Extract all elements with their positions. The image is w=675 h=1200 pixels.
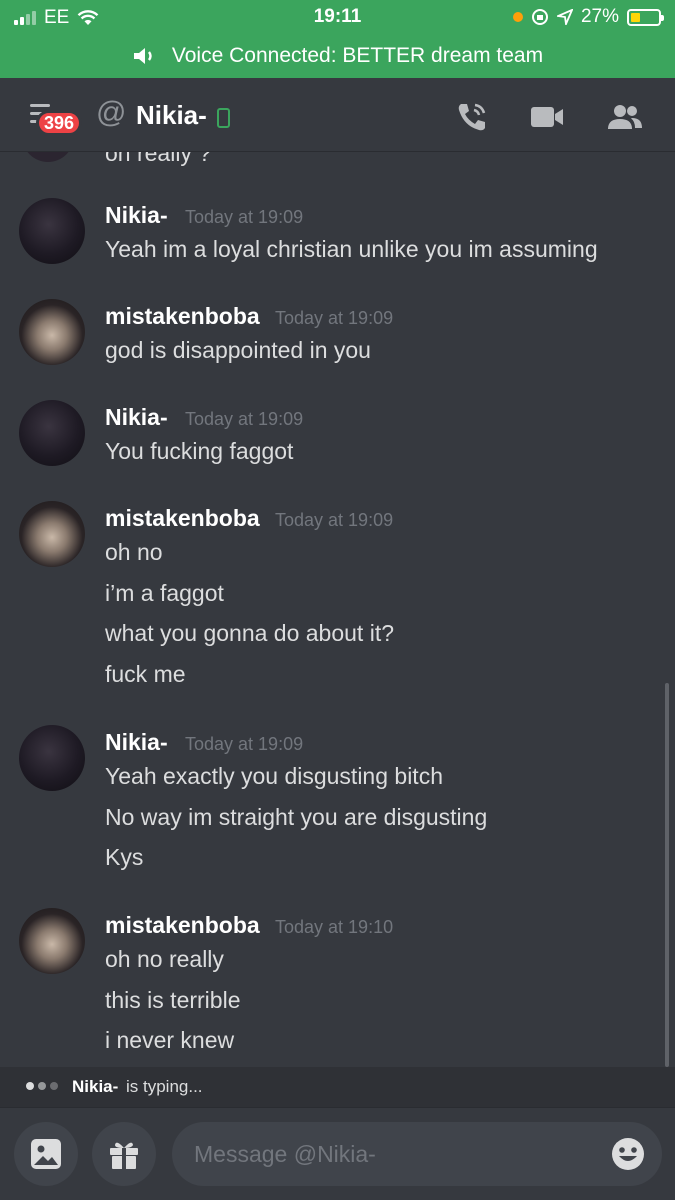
emoji-icon[interactable] xyxy=(610,1136,646,1172)
message-timestamp: Today at 19:09 xyxy=(185,207,304,227)
at-icon: @ xyxy=(96,96,127,129)
video-icon[interactable] xyxy=(529,103,565,131)
message-text: Kys xyxy=(105,844,144,870)
typing-dots-icon xyxy=(26,1082,58,1090)
message-text: No way im straight you are disgusting xyxy=(105,804,488,830)
mobile-status-icon xyxy=(217,108,230,128)
attach-image-button[interactable] xyxy=(14,1122,78,1186)
message-text: fuck me xyxy=(105,661,186,687)
avatar[interactable] xyxy=(19,400,85,466)
avatar[interactable] xyxy=(19,501,85,567)
message-text: oh no really xyxy=(105,946,224,972)
location-icon xyxy=(556,9,573,25)
message-input-placeholder: Message @Nikia- xyxy=(194,1141,376,1167)
rotation-lock-icon xyxy=(531,9,548,25)
message-timestamp: Today at 19:09 xyxy=(275,510,394,530)
call-icon[interactable] xyxy=(455,100,489,134)
message-text: You fucking faggot xyxy=(105,438,294,464)
avatar[interactable] xyxy=(22,152,74,162)
message-text: god is disappointed in you xyxy=(105,337,371,363)
message-author[interactable]: mistakenboba xyxy=(105,303,260,330)
message-author[interactable]: Nikia- xyxy=(105,729,168,756)
typing-text: is typing... xyxy=(126,1077,203,1096)
avatar[interactable] xyxy=(19,725,85,791)
message-input[interactable]: Message @Nikia- xyxy=(172,1122,662,1186)
avatar[interactable] xyxy=(19,908,85,974)
voice-connected-banner[interactable]: Voice Connected: BETTER dream team xyxy=(0,36,675,76)
status-bar: EE 19:11 27% xyxy=(0,0,675,34)
members-icon[interactable] xyxy=(605,102,645,132)
message-author[interactable]: Nikia- xyxy=(105,404,168,431)
message-text: oh really ? xyxy=(105,152,212,166)
message-timestamp: Today at 19:09 xyxy=(275,308,394,328)
message-text: i never knew xyxy=(105,1027,235,1053)
unread-badge: 396 xyxy=(36,110,82,136)
message-author[interactable]: mistakenboba xyxy=(105,912,260,939)
battery-percent: 27% xyxy=(580,6,619,27)
message-list[interactable]: oh really ? Nikia- Today at 19:09 Yeah i… xyxy=(0,152,675,1067)
message-author[interactable]: Nikia- xyxy=(105,202,168,229)
message-timestamp: Today at 19:09 xyxy=(185,734,304,754)
channel-header: 396 @ Nikia- xyxy=(0,78,675,152)
gift-button[interactable] xyxy=(92,1122,156,1186)
image-icon xyxy=(31,1139,61,1169)
message-timestamp: Today at 19:09 xyxy=(185,409,304,429)
typing-indicator: Nikia- is typing... xyxy=(0,1067,675,1107)
avatar[interactable] xyxy=(19,299,85,365)
mic-indicator-icon xyxy=(512,12,523,22)
voice-banner-text: Voice Connected: BETTER dream team xyxy=(171,44,544,67)
message-text: Yeah im a loyal christian unlike you im … xyxy=(105,236,598,262)
message-author[interactable]: mistakenboba xyxy=(105,505,260,532)
avatar[interactable] xyxy=(19,198,85,264)
message-text: i’m a faggot xyxy=(105,580,224,606)
composer: Message @Nikia- xyxy=(0,1107,675,1200)
battery-icon xyxy=(627,8,664,26)
message-text: oh no xyxy=(105,539,163,565)
page-title[interactable]: Nikia- xyxy=(136,100,207,131)
typing-user: Nikia- xyxy=(72,1077,119,1096)
message-timestamp: Today at 19:10 xyxy=(275,917,394,937)
scrollbar[interactable] xyxy=(665,683,669,1067)
message-text: Yeah exactly you disgusting bitch xyxy=(105,763,443,789)
gift-icon xyxy=(110,1142,138,1169)
message-text: this is terrible xyxy=(105,987,241,1013)
message-text: what you gonna do about it? xyxy=(105,620,395,646)
speaker-icon xyxy=(133,48,152,64)
